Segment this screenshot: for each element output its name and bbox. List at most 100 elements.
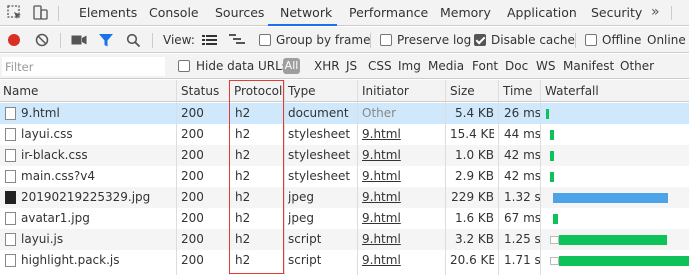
column-header-time[interactable]: Time [500,80,532,102]
filter-type-other[interactable]: Other [620,54,654,79]
request-name[interactable]: avatar1.jpg [21,208,90,229]
table-row[interactable]: layui.css 200 h2 stylesheet 9.html 15.4 … [0,124,689,145]
column-header-protocol[interactable]: Protocol [231,80,282,102]
inspect-element-icon[interactable] [6,4,24,22]
overview-icon[interactable] [229,33,245,47]
column-divider [176,80,177,275]
table-row[interactable]: 20190219225329.jpg 200 h2 jpeg 9.html 22… [0,187,689,208]
filter-funnel-icon[interactable] [98,33,114,48]
filter-type-all[interactable]: All [283,58,300,74]
request-initiator[interactable]: 9.html [362,229,401,250]
request-initiator[interactable]: 9.html [362,250,401,271]
hide-data-urls-label: Hide data URLs [196,59,289,73]
request-name[interactable]: ir-black.css [21,145,88,166]
table-row[interactable]: main.css?v4 200 h2 stylesheet 9.html 2.9… [0,166,689,187]
divider [370,33,371,48]
filter-input[interactable] [2,57,165,76]
column-header-type[interactable]: Type [285,80,316,102]
request-initiator[interactable]: 9.html [362,124,401,145]
request-protocol: h2 [235,232,251,246]
request-protocol: h2 [235,106,251,120]
table-row[interactable]: layui.js 200 h2 script 9.html 3.2 KB 1.2… [0,229,689,250]
column-header-waterfall[interactable]: Waterfall [542,80,599,102]
file-icon [5,149,16,162]
request-protocol: h2 [235,127,251,141]
waterfall-bar [559,235,667,245]
tab-elements[interactable]: Elements [79,0,137,26]
throttling-select[interactable]: Online [647,27,686,53]
table-row[interactable]: ir-black.css 200 h2 stylesheet 9.html 1.… [0,145,689,166]
filter-type-manifest[interactable]: Manifest [563,54,614,79]
column-header-size[interactable]: Size [447,80,475,102]
search-icon[interactable] [126,33,141,48]
divider [575,33,576,48]
image-file-icon [5,191,16,204]
record-icon[interactable] [7,33,21,47]
divider [60,33,61,48]
request-protocol: h2 [235,190,251,204]
disable-cache-checkbox[interactable] [474,34,486,46]
filter-type-ws[interactable]: WS [536,54,555,79]
request-initiator[interactable]: 9.html [362,187,401,208]
request-status: 200 [181,169,204,183]
view-label: View: [163,33,195,47]
tab-sources[interactable]: Sources [215,0,264,26]
request-name[interactable]: layui.js [21,229,63,250]
filter-type-js[interactable]: JS [346,54,357,79]
hide-data-urls-checkbox[interactable] [178,60,190,72]
request-time: 44 ms [504,127,542,141]
waterfall-bar [550,151,554,161]
filter-type-xhr[interactable]: XHR [314,54,340,79]
table-row[interactable]: 9.html 200 h2 document Other 5.4 KB 26 m… [0,103,689,124]
request-name[interactable]: main.css?v4 [21,166,95,187]
filter-type-media[interactable]: Media [428,54,464,79]
request-name[interactable]: 9.html [21,103,60,124]
divider [58,6,59,21]
column-header-initiator[interactable]: Initiator [359,80,409,102]
file-icon [5,170,16,183]
filter-type-font[interactable]: Font [472,54,498,79]
request-type: stylesheet [288,169,351,183]
request-size: 15.4 KB [450,127,494,141]
request-status: 200 [181,106,204,120]
screenshot-camera-icon[interactable] [71,34,87,46]
requests-table-header: Name Status Protocol Type Initiator Size… [0,80,689,102]
filter-type-css[interactable]: CSS [368,54,392,79]
waterfall-queue-bar [550,236,559,244]
preserve-log-checkbox[interactable] [380,34,392,46]
more-tabs-icon[interactable]: » [651,0,660,26]
device-toolbar-icon[interactable] [31,4,49,22]
request-initiator[interactable]: 9.html [362,145,401,166]
tab-network[interactable]: Network [280,0,332,26]
request-initiator[interactable]: 9.html [362,208,401,229]
tab-security[interactable]: Security [591,0,642,26]
request-protocol: h2 [235,169,251,183]
offline-checkbox[interactable] [585,34,597,46]
request-name[interactable]: layui.css [21,124,73,145]
filter-type-img[interactable]: Img [398,54,421,79]
table-row[interactable]: highlight.pack.js 200 h2 script 9.html 2… [0,250,689,271]
request-name[interactable]: highlight.pack.js [21,250,120,271]
large-rows-icon[interactable] [202,34,217,46]
filter-type-doc[interactable]: Doc [505,54,528,79]
tab-memory[interactable]: Memory [440,0,491,26]
divider [152,33,153,48]
group-by-frame-checkbox[interactable] [259,34,271,46]
column-header-status[interactable]: Status [178,80,219,102]
waterfall-bar [559,256,689,266]
waterfall-bar [553,193,668,203]
column-header-name[interactable]: Name [0,80,38,102]
document-file-icon [5,107,16,120]
column-divider [229,80,230,275]
request-name[interactable]: 20190219225329.jpg [21,187,150,208]
request-type: jpeg [288,190,314,204]
clear-icon[interactable] [35,33,49,47]
tab-console[interactable]: Console [149,0,199,26]
column-divider [445,80,446,275]
table-row[interactable]: avatar1.jpg 200 h2 jpeg 9.html 1.6 KB 67… [0,208,689,229]
request-initiator[interactable]: 9.html [362,166,401,187]
tab-performance[interactable]: Performance [349,0,428,26]
waterfall-bar [553,214,558,224]
file-icon [5,254,16,267]
tab-application[interactable]: Application [507,0,577,26]
